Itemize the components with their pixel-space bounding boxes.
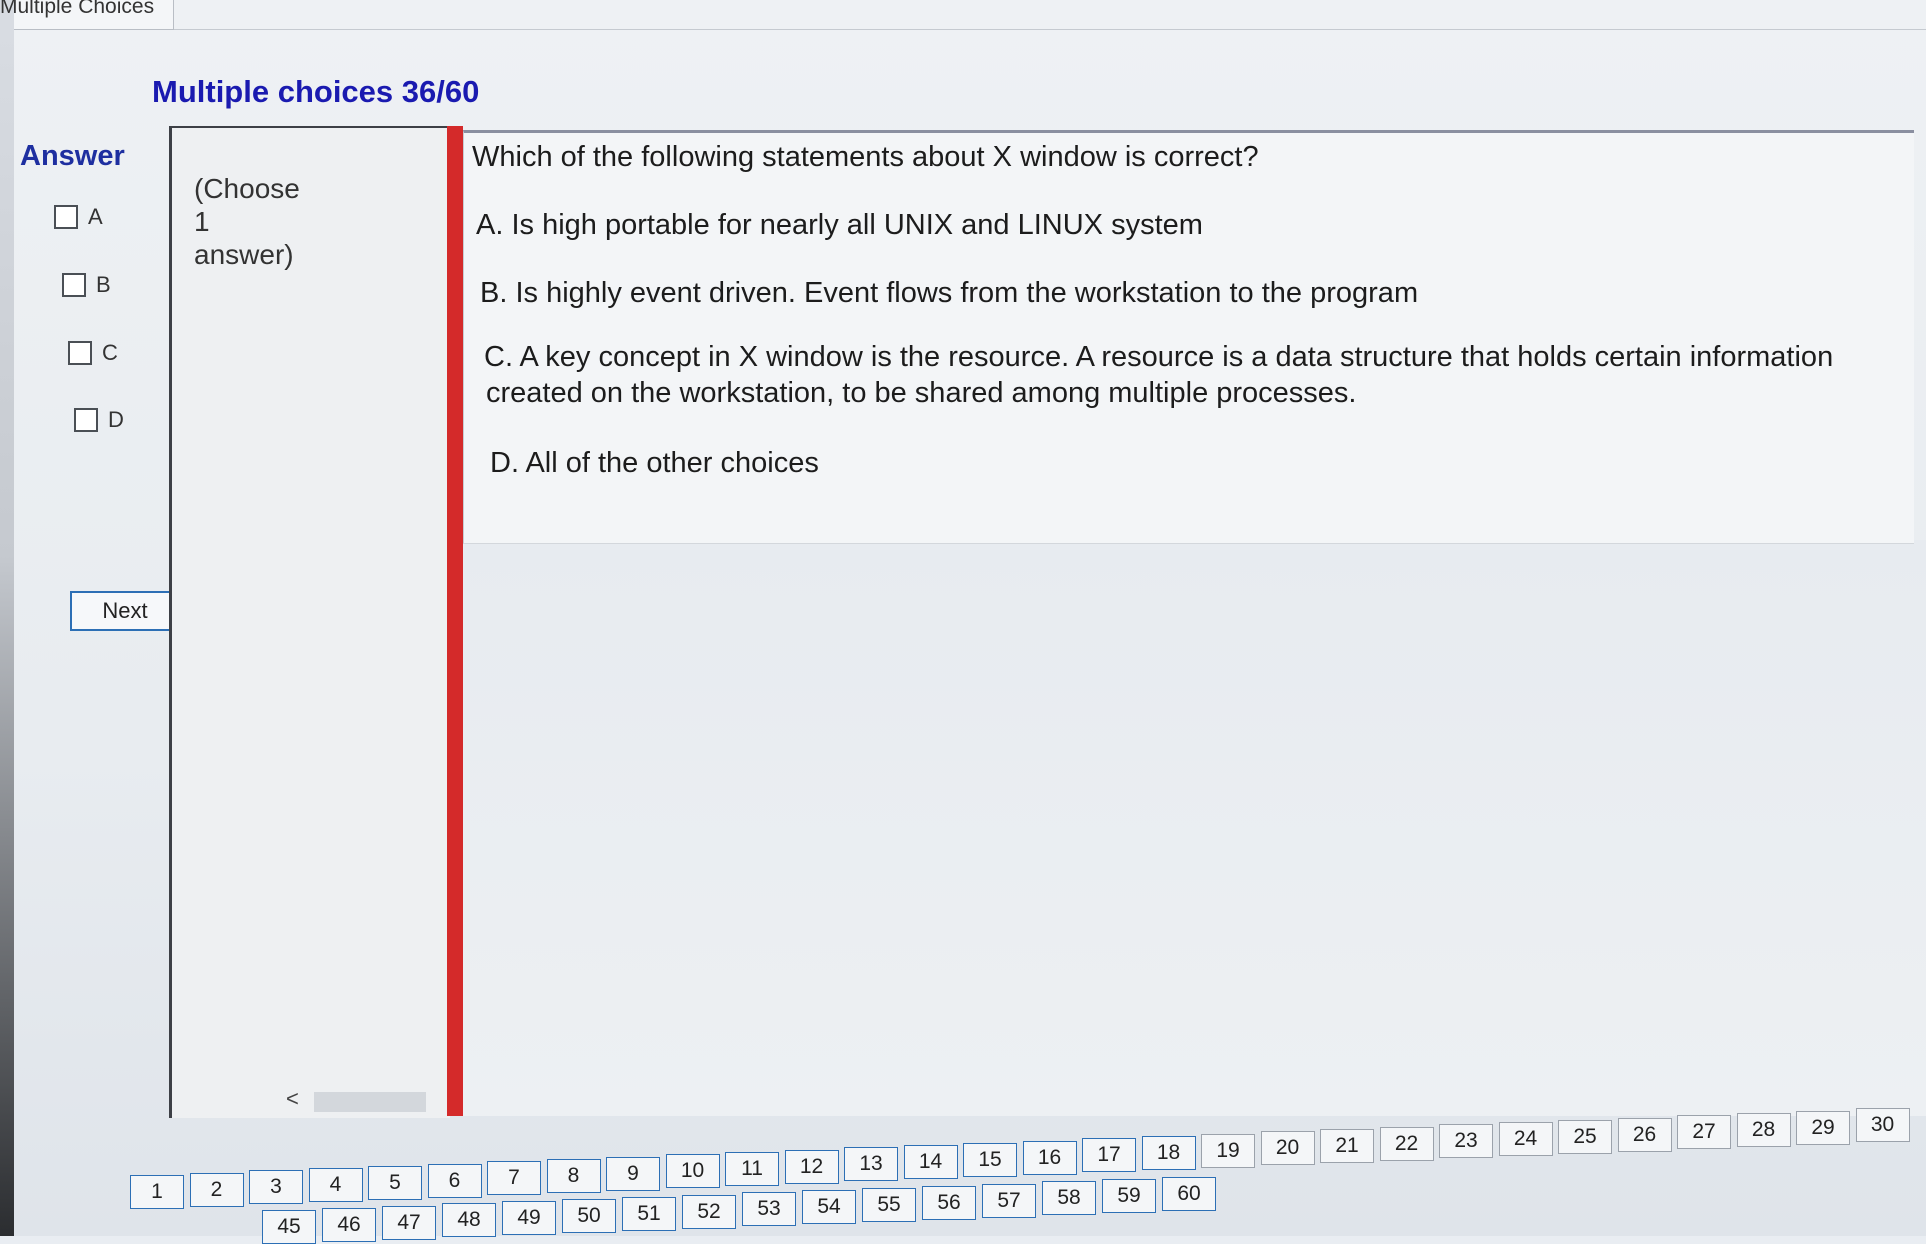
- question-button-58[interactable]: 58: [1042, 1181, 1096, 1216]
- question-button-5[interactable]: 5: [368, 1165, 422, 1200]
- question-button-45[interactable]: 45: [262, 1210, 316, 1244]
- question-button-22[interactable]: 22: [1379, 1126, 1434, 1161]
- question-button-30[interactable]: 30: [1855, 1108, 1910, 1143]
- question-button-4[interactable]: 4: [308, 1168, 363, 1203]
- question-button-27[interactable]: 27: [1677, 1115, 1731, 1150]
- question-button-21[interactable]: 21: [1320, 1129, 1374, 1163]
- question-button-51[interactable]: 51: [622, 1196, 676, 1231]
- question-button-47[interactable]: 47: [382, 1205, 436, 1240]
- choice-c-text-line2: created on the workstation, to be shared…: [486, 377, 1357, 409]
- next-button[interactable]: Next: [70, 591, 180, 631]
- question-button-59[interactable]: 59: [1102, 1179, 1156, 1214]
- question-button-8[interactable]: 8: [546, 1158, 601, 1193]
- question-button-57[interactable]: 57: [982, 1183, 1036, 1218]
- question-button-20[interactable]: 20: [1260, 1131, 1315, 1166]
- question-button-49[interactable]: 49: [502, 1201, 556, 1236]
- page-title: Multiple choices 36/60: [152, 74, 480, 109]
- question-button-2[interactable]: 2: [189, 1172, 244, 1207]
- checkbox-c[interactable]: [68, 341, 92, 365]
- question-button-10[interactable]: 10: [665, 1154, 720, 1189]
- question-button-16[interactable]: 16: [1022, 1140, 1077, 1175]
- question-button-9[interactable]: 9: [606, 1156, 660, 1191]
- question-button-18[interactable]: 18: [1141, 1135, 1196, 1170]
- tab-label: Multiple Choices: [0, 0, 155, 18]
- splitter-bar[interactable]: [447, 126, 463, 1116]
- question-button-56[interactable]: 56: [922, 1185, 976, 1220]
- choose-line-3: answer): [194, 239, 294, 270]
- question-button-60[interactable]: 60: [1162, 1177, 1216, 1211]
- question-button-24[interactable]: 24: [1498, 1122, 1553, 1157]
- question-button-19[interactable]: 19: [1201, 1133, 1255, 1168]
- question-button-3[interactable]: 3: [249, 1170, 303, 1205]
- content-area: [463, 540, 1926, 1116]
- question-button-23[interactable]: 23: [1439, 1124, 1493, 1159]
- question-button-55[interactable]: 55: [862, 1188, 916, 1222]
- option-a[interactable]: A: [54, 204, 103, 230]
- instruction-panel: (Choose 1 answer): [169, 126, 450, 1118]
- question-button-46[interactable]: 46: [322, 1207, 376, 1242]
- question-button-29[interactable]: 29: [1796, 1110, 1850, 1145]
- choose-line-2: 1: [194, 206, 210, 237]
- tab-divider: [174, 29, 1926, 30]
- question-button-50[interactable]: 50: [562, 1199, 616, 1233]
- checkbox-b[interactable]: [62, 273, 86, 297]
- question-button-15[interactable]: 15: [963, 1142, 1017, 1177]
- question-button-6[interactable]: 6: [427, 1163, 482, 1198]
- question-button-7[interactable]: 7: [487, 1161, 541, 1196]
- tab-multiple-choices[interactable]: Multiple Choices: [0, 0, 174, 30]
- question-button-1[interactable]: 1: [130, 1175, 184, 1209]
- question-button-14[interactable]: 14: [903, 1145, 958, 1180]
- choice-d-text: D. All of the other choices: [490, 447, 819, 479]
- choose-instruction: (Choose 1 answer): [194, 172, 300, 271]
- question-button-25[interactable]: 25: [1558, 1119, 1612, 1154]
- option-d[interactable]: D: [74, 407, 124, 433]
- question-button-26[interactable]: 26: [1617, 1117, 1672, 1152]
- question-button-13[interactable]: 13: [844, 1147, 898, 1182]
- question-panel: Which of the following statements about …: [463, 130, 1914, 544]
- checkbox-d[interactable]: [74, 408, 98, 432]
- question-button-11[interactable]: 11: [725, 1152, 779, 1186]
- choice-c-text-line1: C. A key concept in X window is the reso…: [484, 341, 1834, 373]
- question-button-28[interactable]: 28: [1736, 1112, 1791, 1147]
- answer-label: Answer: [20, 140, 125, 172]
- option-c[interactable]: C: [68, 340, 118, 366]
- choose-line-1: (Choose: [194, 173, 300, 204]
- question-button-53[interactable]: 53: [742, 1192, 796, 1227]
- option-b-label: B: [96, 272, 111, 297]
- option-d-label: D: [108, 407, 124, 432]
- question-button-54[interactable]: 54: [802, 1190, 856, 1225]
- question-navigator: 1 2 3 4 5 6 7 8 9 10 11 12 13 14 15 16 17 18 19 20 21 22 23 24 2…: [14, 1080, 1926, 1244]
- choice-b-text: B. Is highly event driven. Event flows f…: [480, 277, 1419, 309]
- question-button-48[interactable]: 48: [442, 1203, 496, 1238]
- question-button-12[interactable]: 12: [784, 1149, 839, 1184]
- option-c-label: C: [102, 340, 118, 365]
- choice-a-text: A. Is high portable for nearly all UNIX …: [476, 209, 1203, 241]
- option-b[interactable]: B: [62, 272, 111, 298]
- question-button-17[interactable]: 17: [1082, 1138, 1136, 1173]
- question-button-52[interactable]: 52: [682, 1194, 736, 1229]
- checkbox-a[interactable]: [54, 205, 78, 229]
- question-text: Which of the following statements about …: [472, 141, 1259, 173]
- option-a-label: A: [88, 204, 103, 229]
- app-window: Multiple Choices Multiple choices 36/60 …: [0, 0, 1926, 1244]
